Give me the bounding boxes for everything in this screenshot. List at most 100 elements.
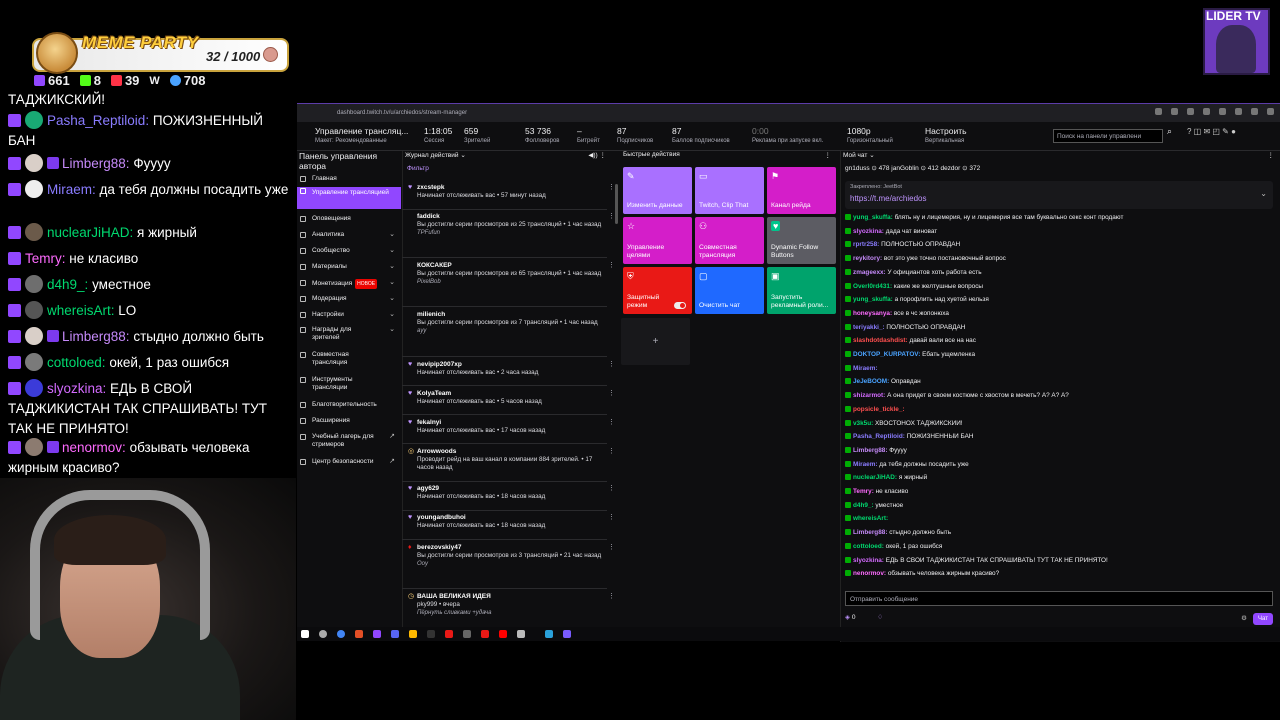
shield-toggle[interactable] xyxy=(674,302,686,309)
chat-message[interactable]: JeJeBOOM: Оправдан xyxy=(845,378,1275,386)
add-quick-action-button[interactable]: + xyxy=(621,318,690,365)
activity-item[interactable]: milienich Вы достигли серии просмотров из… xyxy=(417,311,603,335)
chat-message[interactable]: teriyakki_: ПОЛНОСТЬЮ ОПРАВДАН xyxy=(845,323,1275,332)
pinned-message[interactable]: Закреплено: JeetBot https://t.me/archied… xyxy=(845,181,1273,209)
extension-icon[interactable] xyxy=(1187,108,1194,115)
chat-username[interactable]: JeJeBOOM: xyxy=(853,378,889,385)
sidebar-item-content[interactable]: Материалы ⌄ xyxy=(297,263,401,271)
chat-message[interactable]: slyozkina: ЕДЬ В СВОЙ ТАДЖИКИСТАН ТАК СП… xyxy=(845,556,1275,565)
sidebar-item-extensions[interactable]: Расширения xyxy=(297,417,401,425)
resolution-setting[interactable]: 1080p Горизонтальный xyxy=(847,127,893,146)
extension-icon[interactable] xyxy=(1219,108,1226,115)
chat-message[interactable]: Limberg88: стыдно должно быть xyxy=(845,529,1275,537)
chat-username[interactable]: shizarmot: xyxy=(853,392,885,399)
chat-message[interactable]: Miraem: xyxy=(845,364,1275,373)
chat-message[interactable]: slyozkina: дада чат виноват xyxy=(845,227,1275,236)
chat-username[interactable]: slyozkina: xyxy=(853,228,884,235)
search-icon[interactable] xyxy=(319,630,327,638)
chat-username[interactable]: Limberg88: xyxy=(853,529,887,536)
app-icon[interactable] xyxy=(463,630,471,638)
activity-item[interactable]: faddick Вы достигли серии просмотров из 2… xyxy=(417,213,615,237)
chat-username[interactable]: d4h9_: xyxy=(853,502,874,509)
sidebar-item-safety[interactable]: Центр безопасности ↗ xyxy=(297,458,401,466)
chat-message[interactable]: Temry: не класиво xyxy=(845,488,1275,496)
bits-icon[interactable]: ♢ xyxy=(877,614,883,621)
chat-username[interactable]: teriyakki_: xyxy=(853,324,885,331)
chat-input[interactable]: Отправить сообщение xyxy=(845,591,1273,606)
sidebar-item-moderation[interactable]: Модерация ⌄ xyxy=(297,295,401,303)
sidebar-item-analytics[interactable]: Аналитика ⌄ xyxy=(297,231,401,239)
chat-username[interactable]: Miraem: xyxy=(853,461,878,468)
chat-message[interactable]: DOKTOP_KURPATOV: Ебать ущемленка xyxy=(845,351,1275,359)
sidebar-item-charity[interactable]: Благотворительность xyxy=(297,401,401,409)
chat-message[interactable]: shizarmot: А она придет в своем костюме … xyxy=(845,392,1275,400)
extension-icon[interactable] xyxy=(1267,108,1274,115)
chat-message[interactable]: v3k5u: ХВОСТОНОХ ТАДЖИКСКИЙ! xyxy=(845,419,1275,428)
settings-icon[interactable]: ⚙ xyxy=(1241,614,1247,622)
chat-username[interactable]: Miraem: xyxy=(853,365,878,372)
chat-message[interactable]: nenormov: обзывать человека жирным краси… xyxy=(845,570,1275,578)
quick-action-raid[interactable]: ⚑ Канал рейда xyxy=(767,167,836,214)
quick-action-edit-info[interactable]: ✎ Изменить данные xyxy=(623,167,692,214)
chat-username[interactable]: Temry: xyxy=(853,488,874,495)
chat-username[interactable]: whereisArt: xyxy=(853,515,888,522)
chat-username[interactable]: honeysanya: xyxy=(853,310,892,317)
more-icon[interactable]: ⋮ xyxy=(608,448,615,456)
more-icon[interactable]: ⋮ xyxy=(608,514,615,522)
chat-message[interactable]: zmageexx: У официантов хоть работа есть xyxy=(845,268,1275,277)
chat-username[interactable]: rprtr258: xyxy=(853,241,879,248)
chat-username[interactable]: popsicle_tickle_: xyxy=(853,406,905,413)
chat-username[interactable]: reykitory: xyxy=(853,255,882,262)
more-icon[interactable]: ⋮ xyxy=(608,419,615,427)
chat-message[interactable]: yung_skuffa: а порофлить над хуетой нель… xyxy=(845,296,1275,304)
more-icon[interactable]: ⋮ xyxy=(825,151,832,159)
app-icon[interactable] xyxy=(481,630,489,638)
volume-icon[interactable]: ◀)) ⋮ xyxy=(588,151,606,159)
chat-username[interactable]: nenormov: xyxy=(853,570,886,577)
app-icon[interactable] xyxy=(427,630,435,638)
more-icon[interactable]: ⋮ xyxy=(1268,151,1275,159)
app-icon[interactable] xyxy=(373,630,381,638)
chat-message[interactable]: cottoloed: окей, 1 раз ошибся xyxy=(845,542,1275,551)
chat-message[interactable]: nuclearJiHAD: я жирный xyxy=(845,474,1275,482)
chat-username[interactable]: v3k5u: xyxy=(853,420,873,427)
chat-message[interactable]: honeysanya: все в чс жопонюха xyxy=(845,309,1275,318)
activity-item[interactable]: ♥ zxcstepk Начинает отслеживать вас • 57 м… xyxy=(408,184,615,200)
quick-action-follow-buttons[interactable]: ♥ Dynamic Follow Buttons xyxy=(767,217,836,264)
extension-icon[interactable] xyxy=(1235,108,1242,115)
activity-item[interactable]: ♥ youngandbuhoi Начинает отслеживать вас •… xyxy=(408,514,615,530)
sidebar-item-community[interactable]: Сообщество ⌄ xyxy=(297,247,401,255)
chevron-down-icon[interactable]: ⌄ xyxy=(1260,189,1267,198)
chat-message[interactable]: Overl0rd431: какие же желтушные вопросы xyxy=(845,282,1275,291)
more-icon[interactable]: ⋮ xyxy=(608,390,615,398)
chat-username[interactable]: slashdotdashdist: xyxy=(853,337,908,344)
chrome-icon[interactable] xyxy=(337,630,345,638)
toolbar-icons[interactable]: ? ◫ ✉ ◰ ✎ ● xyxy=(1187,127,1236,136)
folder-icon[interactable] xyxy=(409,630,417,638)
app-icon[interactable] xyxy=(355,630,363,638)
sidebar-item-alerts[interactable]: Оповещения xyxy=(297,215,401,223)
activity-item[interactable]: КОКСАКЕР Вы достигли серии просмотров из … xyxy=(417,262,615,286)
discord-icon[interactable] xyxy=(391,630,399,638)
chat-message[interactable]: Limberg88: Фуууу xyxy=(845,446,1275,455)
activity-item[interactable]: ♥ agy629 Начинает отслеживать вас • 18 час… xyxy=(408,485,615,501)
quick-action-clip[interactable]: ▭ Twitch, Clip That xyxy=(695,167,764,214)
chat-username[interactable]: DOKTOP_KURPATOV: xyxy=(853,351,920,358)
url-text[interactable]: dashboard.twitch.tv/u/archiedos/stream-m… xyxy=(337,110,467,116)
more-icon[interactable]: ⋮ xyxy=(608,544,615,552)
chat-username[interactable]: yung_skuffa: xyxy=(853,296,893,303)
quick-action-shield-mode[interactable]: ⛨ Защитный режим xyxy=(623,267,692,314)
chat-username[interactable]: cottoloed: xyxy=(853,543,884,550)
more-icon[interactable]: ⋮ xyxy=(608,184,615,192)
dashboard-search-input[interactable]: Поиск на панели управлени xyxy=(1053,129,1163,143)
sidebar-item-bootcamp[interactable]: Учебный лагерь для стримеров ↗ xyxy=(297,433,401,449)
chat-message[interactable]: reykitory: вот это уже точно постановочн… xyxy=(845,255,1275,263)
telegram-icon[interactable] xyxy=(545,630,553,638)
more-icon[interactable]: ⋮ xyxy=(608,262,615,270)
chat-send-button[interactable]: Чат xyxy=(1253,613,1273,625)
activity-item[interactable]: ♥ KolyaTeam Начинает отслеживать вас • 5 ч… xyxy=(408,390,615,406)
chat-message[interactable]: Miraem: да тебя должны посадить уже xyxy=(845,460,1275,469)
chat-username[interactable]: Limberg88: xyxy=(853,447,887,454)
chevron-down-icon[interactable]: ⌄ xyxy=(460,152,465,159)
quick-action-clear-chat[interactable]: ▢ Очистить чат xyxy=(695,267,764,314)
